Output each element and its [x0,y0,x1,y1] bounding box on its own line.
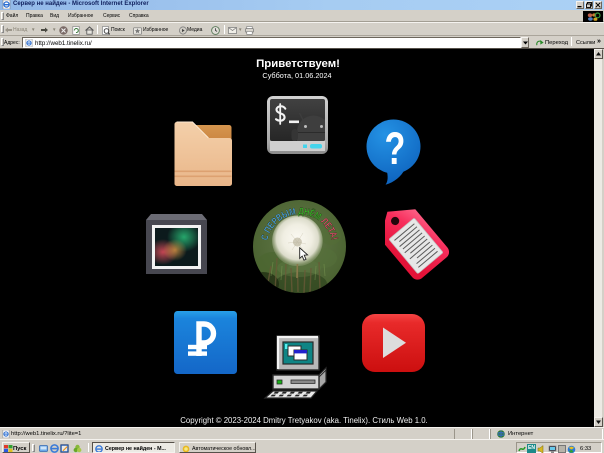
svg-text:?: ? [384,123,405,174]
